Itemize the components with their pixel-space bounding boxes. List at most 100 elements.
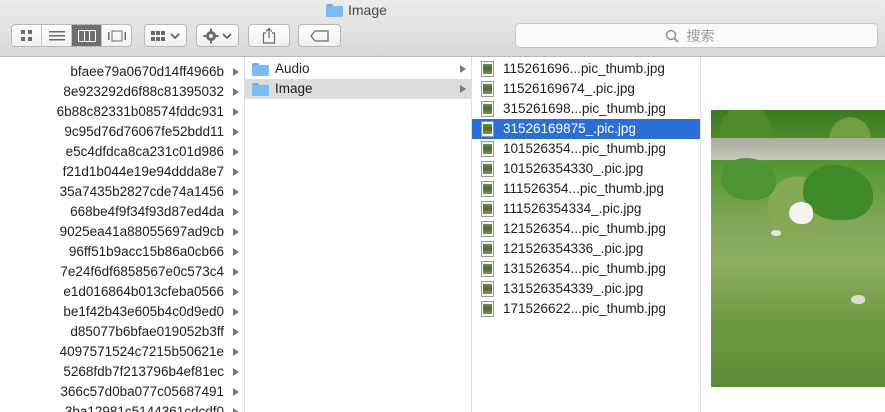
column-3-list: 115261696...pic_thumb.jpg 11526169674_.pi… <box>472 57 700 317</box>
preview-column <box>701 57 885 412</box>
disclosure-arrow-icon <box>233 68 239 76</box>
folder-row-image[interactable]: Image <box>245 79 471 99</box>
file-name: 101526354330_.pic.jpg <box>503 161 644 176</box>
folder-icon <box>252 83 269 96</box>
file-row[interactable]: 111526354...pic_thumb.jpg <box>472 179 700 199</box>
file-row[interactable]: 315261698...pic_thumb.jpg <box>472 99 700 119</box>
icon-view-icon <box>20 29 32 41</box>
disclosure-arrow-icon <box>233 248 239 256</box>
list-view-button[interactable] <box>42 25 72 46</box>
folder-row[interactable]: 9025ea41a88055697ad9cb <box>0 222 244 242</box>
disclosure-arrow-icon <box>233 368 239 376</box>
folder-row-label: 9025ea41a88055697ad9cb <box>59 224 224 239</box>
finder-toolbar: Image <box>0 0 885 57</box>
image-file-icon <box>481 61 494 77</box>
file-name: 11526169674_.pic.jpg <box>503 81 635 96</box>
folder-row[interactable]: f21d1b044e19e94ddda8e7 <box>0 162 244 182</box>
folder-row-label: e1d016864b013cfeba0566 <box>63 284 224 299</box>
disclosure-arrow-icon <box>233 268 239 276</box>
folder-row-label: 6b88c82331b08574fddc931 <box>56 104 224 119</box>
file-row[interactable]: 121526354...pic_thumb.jpg <box>472 219 700 239</box>
folder-row-label: f21d1b044e19e94ddda8e7 <box>62 164 224 179</box>
file-name: 111526354...pic_thumb.jpg <box>503 181 664 196</box>
view-mode-segmented-control <box>11 24 132 47</box>
folder-row[interactable]: be1f42b43e605b4c0d9ed0 <box>0 302 244 322</box>
folder-row[interactable]: 5268fdb7f213796b4ef81ec <box>0 362 244 382</box>
disclosure-arrow-icon <box>233 388 239 396</box>
disclosure-arrow-icon <box>233 408 239 412</box>
file-row[interactable]: 101526354...pic_thumb.jpg <box>472 139 700 159</box>
folder-row[interactable]: e1d016864b013cfeba0566 <box>0 282 244 302</box>
image-file-icon <box>481 301 494 317</box>
window-title: Image <box>326 1 387 19</box>
gallery-view-button[interactable] <box>102 25 131 46</box>
disclosure-arrow-icon <box>233 348 239 356</box>
share-icon <box>262 27 276 44</box>
folder-row-audio[interactable]: Audio <box>245 59 471 79</box>
list-view-icon <box>48 30 65 40</box>
folder-row[interactable]: 366c57d0ba077c05687491 <box>0 382 244 402</box>
preview-rock <box>851 295 865 304</box>
file-row[interactable]: 111526354334_.pic.jpg <box>472 199 700 219</box>
file-row[interactable]: 101526354330_.pic.jpg <box>472 159 700 179</box>
file-name: 101526354...pic_thumb.jpg <box>503 141 666 156</box>
folder-row-label: 5268fdb7f213796b4ef81ec <box>63 364 224 379</box>
disclosure-arrow-icon <box>233 108 239 116</box>
file-row[interactable]: 131526354339_.pic.jpg <box>472 279 700 299</box>
browser-column-3: 115261696...pic_thumb.jpg 11526169674_.pi… <box>472 57 701 412</box>
folder-row-label: bfaee79a0670d14ff4966b <box>70 64 224 79</box>
image-file-icon <box>481 261 494 277</box>
share-button[interactable] <box>248 24 290 47</box>
image-file-icon <box>481 241 494 257</box>
browser-column-2: Audio Image <box>245 57 472 412</box>
folder-row[interactable]: 3ba12981c5144361cdcdf0 <box>0 402 244 412</box>
file-row[interactable]: 121526354336_.pic.jpg <box>472 239 700 259</box>
disclosure-arrow-icon <box>233 128 239 136</box>
file-name: 121526354...pic_thumb.jpg <box>503 221 666 236</box>
disclosure-arrow-icon <box>233 148 239 156</box>
preview-rock <box>771 230 781 236</box>
file-name: 121526354336_.pic.jpg <box>503 241 644 256</box>
file-row[interactable]: 171526622...pic_thumb.jpg <box>472 299 700 319</box>
preview-shrub <box>803 165 873 220</box>
file-row[interactable]: 131526354...pic_thumb.jpg <box>472 259 700 279</box>
folder-row-label: 8e923292d6f88c81395032 <box>63 84 224 99</box>
preview-wall <box>711 138 885 160</box>
column-view-icon <box>77 29 96 42</box>
folder-row-label: 668be4f9f34f93d87ed4da <box>70 204 224 219</box>
disclosure-arrow-icon <box>460 85 466 93</box>
column-view-button[interactable] <box>72 25 102 46</box>
folder-row[interactable]: 8e923292d6f88c81395032 <box>0 82 244 102</box>
folder-row-label: e5c4dfdca8ca231c01d986 <box>65 144 224 159</box>
folder-row[interactable]: bfaee79a0670d14ff4966b <box>0 62 244 82</box>
group-by-button[interactable] <box>144 24 187 47</box>
search-icon <box>665 29 679 43</box>
file-name: 315261698...pic_thumb.jpg <box>503 101 666 116</box>
image-file-icon <box>481 141 494 157</box>
group-by-icon <box>150 30 180 41</box>
image-file-icon <box>481 281 494 297</box>
folder-row[interactable]: e5c4dfdca8ca231c01d986 <box>0 142 244 162</box>
image-preview <box>711 110 885 387</box>
action-button[interactable] <box>196 24 239 47</box>
folder-row-label: 7e24f6df6858567e0c573c4 <box>60 264 224 279</box>
search-input[interactable] <box>684 26 729 45</box>
file-name: 131526354339_.pic.jpg <box>503 281 644 296</box>
edit-tags-button[interactable] <box>298 24 341 47</box>
folder-row[interactable]: 96ff51b9acc15b86a0cb66 <box>0 242 244 262</box>
icon-view-button[interactable] <box>12 25 42 46</box>
folder-row[interactable]: d85077b6bfae019052b3ff <box>0 322 244 342</box>
file-row[interactable]: 115261696...pic_thumb.jpg <box>472 59 700 79</box>
folder-row[interactable]: 6b88c82331b08574fddc931 <box>0 102 244 122</box>
search-field[interactable] <box>515 23 878 48</box>
file-row[interactable]: 31526169875_.pic.jpg <box>472 119 700 139</box>
folder-row[interactable]: 668be4f9f34f93d87ed4da <box>0 202 244 222</box>
folder-row[interactable]: 35a7435b2827cde74a1456 <box>0 182 244 202</box>
folder-row-label: 96ff51b9acc15b86a0cb66 <box>68 244 224 259</box>
gear-icon <box>203 28 232 43</box>
file-row[interactable]: 11526169674_.pic.jpg <box>472 79 700 99</box>
folder-row[interactable]: 4097571524c7215b50621e <box>0 342 244 362</box>
folder-row[interactable]: 9c95d76d76067fe52bdd11 <box>0 122 244 142</box>
file-name: 171526622...pic_thumb.jpg <box>503 301 666 316</box>
folder-row[interactable]: 7e24f6df6858567e0c573c4 <box>0 262 244 282</box>
